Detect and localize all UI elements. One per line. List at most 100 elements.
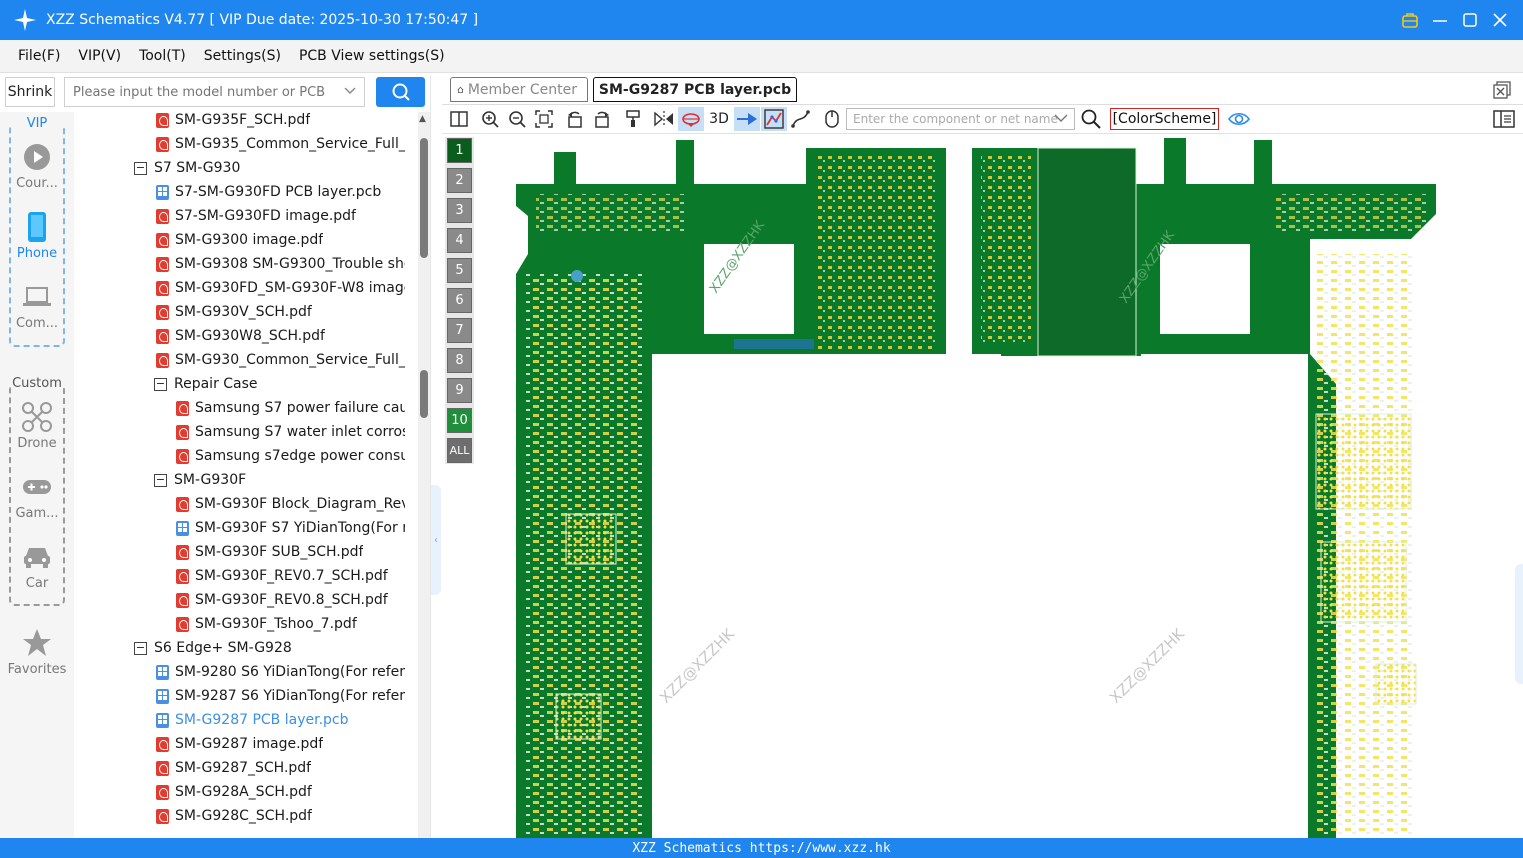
tree-file-item[interactable]: SM-G930W8_SCH.pdf (156, 324, 325, 348)
search-button[interactable] (376, 77, 425, 107)
expand-right-panel-handle[interactable] (1515, 564, 1523, 684)
layer-button-10[interactable]: 10 (447, 408, 472, 433)
rail-item-course[interactable]: Cour... (0, 142, 74, 191)
minimize-button[interactable] (1425, 0, 1455, 40)
layer-button-all[interactable]: ALL (447, 438, 472, 463)
tree-file-item[interactable]: SM-G930_Common_Service_Full_Sc (156, 348, 405, 372)
menu-settings[interactable]: Settings(S) (194, 48, 289, 64)
scroll-thumb[interactable] (420, 138, 428, 258)
route-trace-button[interactable] (788, 107, 814, 131)
layer-button-5[interactable]: 5 (447, 258, 472, 283)
mouse-mode-button[interactable] (819, 107, 845, 131)
collapse-panel-handle[interactable]: ‹ (431, 485, 441, 595)
paint-brush-button[interactable] (620, 107, 646, 131)
layer-button-6[interactable]: 6 (447, 288, 472, 313)
tree-folder[interactable]: − S6 Edge+ SM-G928 (134, 636, 292, 660)
tree-file-item[interactable]: SM-G928A_SCH.pdf (156, 780, 312, 804)
collapse-toggle-icon[interactable]: − (154, 473, 167, 487)
rail-item-game[interactable]: Gam... (0, 472, 74, 521)
layer-button-1[interactable]: 1 (447, 138, 472, 163)
mirror-button[interactable] (651, 107, 677, 131)
tree-file-item[interactable]: SM-G9308 SM-G9300_Trouble sho (156, 252, 405, 276)
zoom-out-button[interactable] (504, 107, 530, 131)
tree-folder[interactable]: − SM-G930F (154, 468, 246, 492)
layer-button-8[interactable]: 8 (447, 348, 472, 373)
maximize-button[interactable] (1455, 0, 1485, 40)
vip-bag-icon[interactable] (1395, 0, 1425, 40)
scroll-up-icon[interactable]: ▲ (419, 114, 426, 124)
tree-file-item[interactable]: SM-G930F SUB_SCH.pdf (176, 540, 363, 564)
rail-item-phone[interactable]: Phone (0, 212, 74, 261)
rail-item-car[interactable]: Car (0, 542, 74, 591)
net-search-button[interactable] (1078, 107, 1104, 131)
tree-file-item[interactable]: SM-9280 S6 YiDianTong(For refere (156, 660, 405, 684)
menu-vip[interactable]: VIP(V) (68, 48, 129, 64)
tree-file-item[interactable]: SM-G928C_SCH.pdf (156, 804, 312, 828)
net-search-input[interactable]: Enter the component or net name (846, 108, 1075, 130)
collapse-toggle-icon[interactable]: − (154, 377, 167, 391)
layer-button-9[interactable]: 9 (447, 378, 472, 403)
layer-button-7[interactable]: 7 (447, 318, 472, 343)
zoom-in-button[interactable] (477, 107, 503, 131)
tab-pcb-file[interactable]: SM-G9287 PCB layer.pcb (593, 77, 797, 102)
model-search-input[interactable] (73, 84, 333, 100)
layer-button-4[interactable]: 4 (447, 228, 472, 253)
close-tab-icon[interactable] (1493, 81, 1511, 99)
net-highlight-button[interactable] (761, 107, 787, 131)
collapse-toggle-icon[interactable]: − (134, 641, 147, 655)
shrink-button[interactable]: Shrink (5, 77, 55, 107)
menu-pcb-view-settings[interactable]: PCB View settings(S) (289, 48, 453, 64)
pcb-bga-chip (1315, 413, 1412, 510)
tree-file-item[interactable]: SM-G9300 image.pdf (156, 228, 323, 252)
side-panel-toggle-icon[interactable] (1493, 109, 1515, 133)
tree-file-item[interactable]: SM-G930V_SCH.pdf (156, 300, 312, 324)
color-scheme-button[interactable]: [ColorScheme] (1110, 108, 1219, 130)
tree-file-item[interactable]: SM-G9287_SCH.pdf (156, 756, 311, 780)
tree-file-item[interactable]: Samsung S7 water inlet corrosic (176, 420, 405, 444)
tab-member-center[interactable]: Member Center (450, 77, 588, 102)
tree-file-item[interactable]: SM-G930F_Tshoo_7.pdf (176, 612, 357, 636)
pin-mode-button[interactable] (734, 107, 760, 131)
tree-file-item[interactable]: SM-G930F_REV0.7_SCH.pdf (176, 564, 388, 588)
scroll-thumb-secondary[interactable] (420, 370, 428, 418)
3d-view-button[interactable]: 3D (705, 107, 733, 131)
tree-file-item[interactable]: SM-G935_Common_Service_Full_Sc (156, 132, 405, 156)
split-view-button[interactable] (446, 107, 472, 131)
tree-file-item[interactable]: Samsung S7 power failure caus (176, 396, 405, 420)
rotate-left-button[interactable] (562, 107, 588, 131)
tree-file-item[interactable]: S7-SM-G930FD image.pdf (156, 204, 356, 228)
tree-file-item[interactable]: SM-G935F_SCH.pdf (156, 112, 310, 132)
panel-divider[interactable]: ‹ (430, 75, 442, 838)
layer-button-2[interactable]: 2 (447, 168, 472, 193)
layer-selector: 1 2 3 4 5 6 7 8 9 10 ALL (445, 137, 474, 464)
tree-file-item[interactable]: Samsung s7edge power consun (176, 444, 405, 468)
menu-tool[interactable]: Tool(T) (129, 48, 194, 64)
pcb-board-drawing[interactable]: XZZ@XZZHK XZZ@XZZHK XZZ@XZZHK XZZ@XZZHK (476, 134, 1523, 838)
flip-board-button[interactable] (678, 107, 704, 131)
collapse-toggle-icon[interactable]: − (134, 161, 147, 175)
rail-item-computer[interactable]: Com... (0, 282, 74, 331)
tree-scrollbar[interactable]: ▲ (418, 112, 430, 838)
rail-item-drone[interactable]: Drone (0, 402, 74, 451)
eye-icon[interactable] (1228, 109, 1250, 133)
tree-folder[interactable]: − Repair Case (154, 372, 258, 396)
model-search-box[interactable] (64, 77, 365, 107)
chevron-down-icon[interactable] (1054, 111, 1068, 128)
tree-file-item[interactable]: SM-G930F_REV0.8_SCH.pdf (176, 588, 388, 612)
menu-file[interactable]: File(F) (8, 48, 68, 64)
tree-folder[interactable]: − S7 SM-G930 (134, 156, 240, 180)
layer-button-3[interactable]: 3 (447, 198, 472, 223)
tree-file-item[interactable]: S7-SM-G930FD PCB layer.pcb (156, 180, 381, 204)
chevron-down-icon[interactable] (344, 84, 356, 99)
rotate-right-button[interactable] (589, 107, 615, 131)
tree-file-item[interactable]: SM-G930F Block_Diagram_Rev0 (176, 492, 405, 516)
tree-file-item[interactable]: SM-G930FD_SM-G930F-W8 image. (156, 276, 405, 300)
fit-view-button[interactable] (531, 107, 557, 131)
tree-file-item[interactable]: SM-G930F S7 YiDianTong(For re (176, 516, 405, 540)
close-button[interactable] (1485, 0, 1515, 40)
tree-file-item[interactable]: SM-9287 S6 YiDianTong(For refere (156, 684, 405, 708)
tree-file-item[interactable]: SM-G9287 image.pdf (156, 732, 323, 756)
pcb-canvas[interactable]: XZZ@XZZHK XZZ@XZZHK XZZ@XZZHK XZZ@XZZHK (476, 134, 1523, 838)
tree-file-item[interactable]: SM-G9287 PCB layer.pcb (156, 708, 349, 732)
rail-item-favorites[interactable]: Favorites (0, 628, 74, 677)
